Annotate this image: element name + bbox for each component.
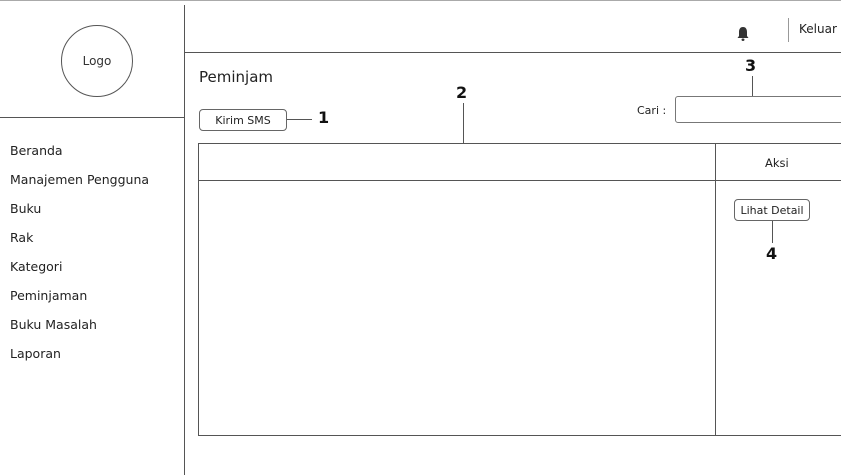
table-column-divider [715,143,716,436]
table-header-aksi: Aksi [765,156,789,170]
top-border [0,0,841,1]
sidebar-item-peminjaman[interactable]: Peminjaman [10,285,149,314]
sidebar-item-beranda[interactable]: Beranda [10,140,149,169]
logo-divider [0,117,184,118]
header-divider [184,52,841,53]
search-label: Cari : [637,104,667,117]
sidebar-nav: Beranda Manajemen Pengguna Buku Rak Kate… [10,140,149,372]
table-header-divider [198,180,841,181]
page-title: Peminjam [199,68,273,86]
sidebar-item-buku-masalah[interactable]: Buku Masalah [10,314,149,343]
callout-4-leader [772,221,773,243]
sidebar-item-laporan[interactable]: Laporan [10,343,149,372]
callout-4: 4 [766,244,778,263]
sidebar-item-buku[interactable]: Buku [10,198,149,227]
callout-1: 1 [318,108,330,127]
logo[interactable]: Logo [61,25,133,97]
sidebar-item-kategori[interactable]: Kategori [10,256,149,285]
view-detail-button[interactable]: Lihat Detail [734,199,810,221]
sidebar-item-manajemen-pengguna[interactable]: Manajemen Pengguna [10,169,149,198]
callout-2: 2 [456,83,468,102]
send-sms-button[interactable]: Kirim SMS [199,109,287,131]
sidebar-divider [184,5,185,475]
callout-3-leader [752,76,753,96]
bell-icon[interactable] [736,26,750,42]
callout-1-leader [287,119,312,120]
sidebar-item-rak[interactable]: Rak [10,227,149,256]
data-table [198,143,841,436]
callout-2-leader [463,103,464,143]
callout-3: 3 [745,56,757,75]
logo-label: Logo [82,54,112,68]
search-input[interactable] [675,96,841,123]
logout-link[interactable]: Keluar [799,22,837,36]
header-separator [788,18,789,42]
